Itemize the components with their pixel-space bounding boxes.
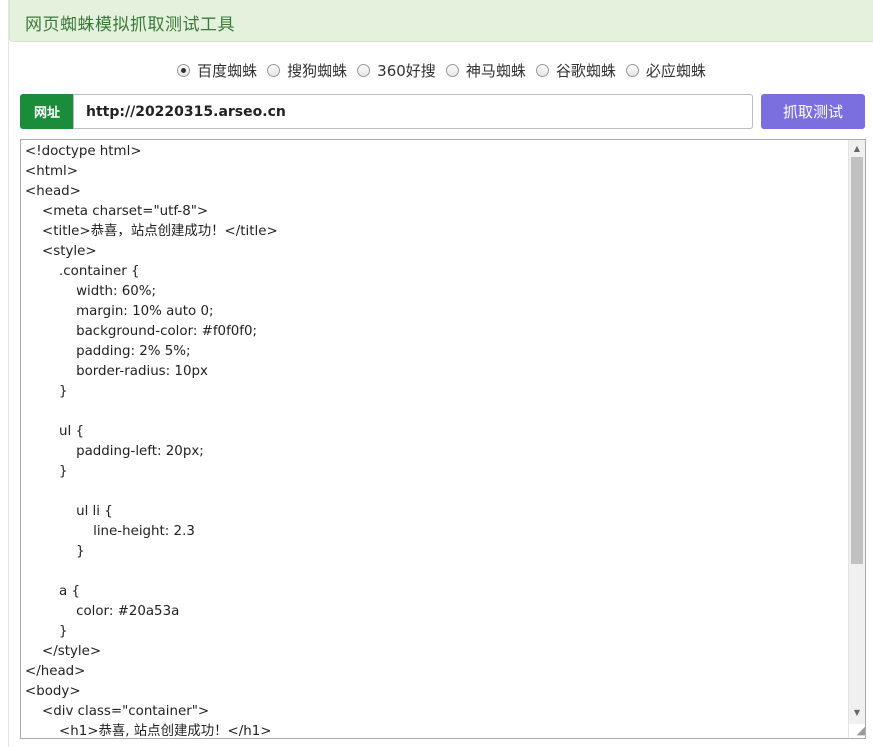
radio-button-icon[interactable] xyxy=(267,63,281,77)
url-input[interactable] xyxy=(73,94,753,129)
scrollbar-thumb[interactable] xyxy=(851,157,863,564)
spider-option-label: 必应蜘蛛 xyxy=(645,61,706,80)
result-textarea[interactable]: <!doctype html> <html> <head> <meta char… xyxy=(20,139,866,739)
spider-option-label: 谷歌蜘蛛 xyxy=(555,61,616,80)
spider-option-label: 百度蜘蛛 xyxy=(197,61,258,80)
radio-button-icon[interactable] xyxy=(445,63,459,77)
spider-option-label: 搜狗蜘蛛 xyxy=(287,61,348,80)
tool-panel: 网页蜘蛛模拟抓取测试工具 百度蜘蛛 搜狗蜘蛛 360好搜 神马蜘蛛 谷歌蜘蛛 必… xyxy=(8,0,873,747)
spider-option-label: 神马蜘蛛 xyxy=(465,61,526,80)
spider-selector: 百度蜘蛛 搜狗蜘蛛 360好搜 神马蜘蛛 谷歌蜘蛛 必应蜘蛛 xyxy=(9,58,873,82)
spider-option-label: 360好搜 xyxy=(377,61,436,80)
scroll-up-icon[interactable]: ▲ xyxy=(849,140,865,157)
spider-option-360[interactable]: 360好搜 xyxy=(357,60,436,81)
url-bar: 网址 抓取测试 xyxy=(20,94,873,129)
spider-option-google[interactable]: 谷歌蜘蛛 xyxy=(535,60,616,81)
scroll-down-icon[interactable]: ▼ xyxy=(849,704,865,721)
vertical-scrollbar[interactable]: ▲ ▼ xyxy=(848,140,865,738)
radio-button-icon[interactable] xyxy=(535,63,549,77)
spider-option-baidu[interactable]: 百度蜘蛛 xyxy=(177,60,257,81)
page-title: 网页蜘蛛模拟抓取测试工具 xyxy=(25,15,235,35)
fetched-source-code[interactable]: <!doctype html> <html> <head> <meta char… xyxy=(25,142,845,738)
fetch-test-button[interactable]: 抓取测试 xyxy=(761,94,865,129)
panel-header: 网页蜘蛛模拟抓取测试工具 xyxy=(9,0,873,42)
radio-button-icon[interactable] xyxy=(177,63,191,77)
radio-button-icon[interactable] xyxy=(357,63,371,77)
url-label: 网址 xyxy=(20,94,74,129)
spider-option-shenma[interactable]: 神马蜘蛛 xyxy=(445,60,526,81)
resize-handle-icon[interactable]: ◢ xyxy=(849,724,865,738)
spider-option-bing[interactable]: 必应蜘蛛 xyxy=(625,60,706,81)
spider-option-sogou[interactable]: 搜狗蜘蛛 xyxy=(267,60,347,81)
radio-button-icon[interactable] xyxy=(625,63,639,77)
